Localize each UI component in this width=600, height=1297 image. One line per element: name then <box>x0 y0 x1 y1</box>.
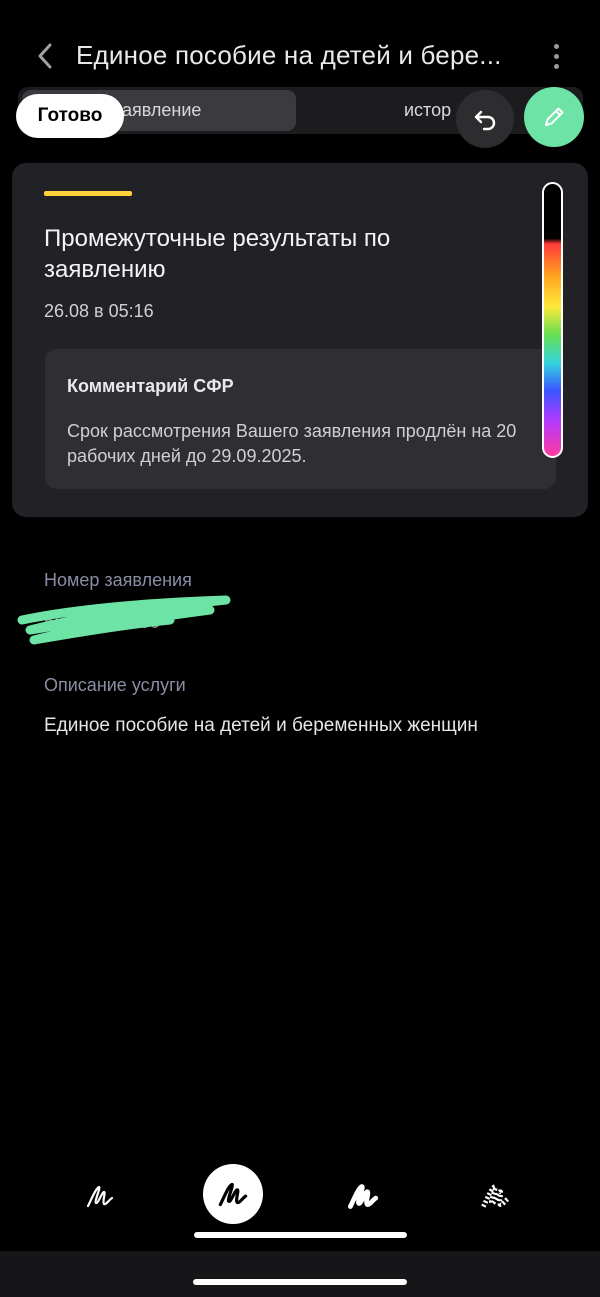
comment-text: Срок рассмотрения Вашего заявления продл… <box>67 421 517 466</box>
home-indicator[interactable] <box>193 1279 407 1285</box>
comment-box: Комментарий СФР Срок рассмотрения Вашего… <box>45 349 556 489</box>
service-description-label: Описание услуги <box>44 675 186 695</box>
tool-selection-bar <box>194 1232 407 1238</box>
more-vertical-icon <box>553 43 559 49</box>
pixel-tool-icon <box>481 1184 511 1208</box>
bottom-bar <box>0 1251 600 1297</box>
pen-tool-icon <box>86 1185 114 1208</box>
pencil-icon <box>545 107 564 126</box>
comment-title: Комментарий СФР <box>67 376 234 396</box>
marker-tool-button[interactable] <box>203 1164 263 1224</box>
brush-tool-button[interactable] <box>333 1166 393 1226</box>
card-title: Промежуточные результаты по заявлению <box>44 225 391 283</box>
card-date: 26.08 в 05:16 <box>44 301 154 321</box>
more-button[interactable] <box>540 38 572 74</box>
color-slider[interactable] <box>542 182 563 458</box>
pen-tool-button[interactable] <box>70 1166 130 1226</box>
redaction-scribble <box>17 595 231 645</box>
service-description-value: Единое пособие на детей и беременных жен… <box>44 715 478 736</box>
accent-bar <box>44 191 132 196</box>
brush-tool-icon <box>347 1184 379 1209</box>
marker-tool-icon <box>218 1182 248 1207</box>
undo-button[interactable] <box>456 90 514 148</box>
done-button[interactable]: Готово <box>16 94 124 138</box>
tab-history[interactable]: истор <box>404 100 451 121</box>
page-title: Единое пособие на детей и бере... <box>76 40 502 70</box>
tab-application-label: аявление <box>122 100 202 120</box>
pen-color-button[interactable] <box>524 87 584 147</box>
header: Единое пособие на детей и бере... <box>0 26 600 86</box>
pixel-tool-button[interactable] <box>466 1166 526 1226</box>
undo-icon <box>474 110 496 131</box>
back-button[interactable] <box>28 36 62 76</box>
result-card: Промежуточные результаты по заявлению 26… <box>12 163 588 517</box>
chevron-left-icon <box>38 43 52 69</box>
drawing-tools <box>0 1160 600 1230</box>
